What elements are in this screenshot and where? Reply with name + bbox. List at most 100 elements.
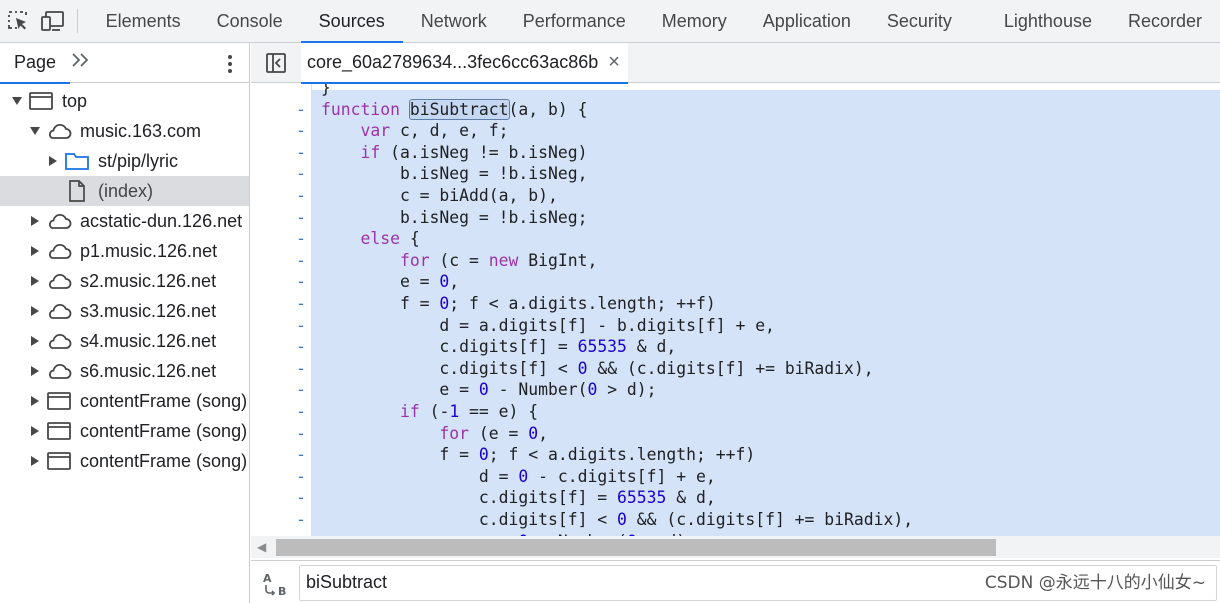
- tab-recorder[interactable]: Recorder: [1110, 0, 1220, 42]
- tree-item[interactable]: contentFrame (song): [0, 446, 249, 476]
- tab-network[interactable]: Network: [403, 0, 505, 42]
- tree-item-label: s3.music.126.net: [80, 300, 217, 321]
- tree-item-label: contentFrame (song): [80, 420, 248, 441]
- watermark: CSDN @永远十八的小仙女~: [984, 573, 1206, 593]
- collapsed-triangle-icon[interactable]: [28, 214, 42, 228]
- tree-item[interactable]: acstatic-dun.126.net: [0, 206, 249, 236]
- tree-item-label: music.163.com: [80, 120, 202, 141]
- diff-marker: -: [296, 423, 306, 443]
- more-tabs-icon[interactable]: [70, 51, 92, 75]
- editor-file-tab[interactable]: core_60a2789634...3fec6cc63ac86b ×: [301, 42, 628, 84]
- diff-marker: -: [296, 99, 306, 119]
- tree-item-label: top: [62, 90, 88, 111]
- code-editor[interactable]: } - function biSubtract(a, b) {- var c, d,…: [251, 84, 1220, 536]
- code-text: c.digits[f] < 0 && (c.digits[f] += biRad…: [321, 358, 874, 378]
- diff-marker: -: [296, 510, 306, 529]
- tree-item[interactable]: st/pip/lyric: [0, 146, 249, 176]
- tree-item[interactable]: top: [0, 86, 249, 116]
- cloud-icon: [46, 240, 72, 262]
- tree-item[interactable]: s6.music.126.net: [0, 356, 249, 386]
- collapsed-triangle-icon[interactable]: [28, 304, 42, 318]
- diff-marker: -: [296, 466, 306, 486]
- expanded-triangle-icon[interactable]: [10, 94, 24, 108]
- code-text: if (a.isNeg != b.isNeg): [360, 142, 588, 162]
- inspect-element-icon[interactable]: [0, 0, 35, 42]
- diff-marker: -: [296, 272, 306, 292]
- tree-item-label: st/pip/lyric: [98, 150, 179, 171]
- tab-security[interactable]: Security: [869, 0, 970, 42]
- tab-elements[interactable]: Elements: [88, 0, 199, 42]
- code-text: b.isNeg = !b.isNeg,: [321, 164, 588, 184]
- tree-item-label: s2.music.126.net: [80, 270, 217, 291]
- horizontal-scrollbar[interactable]: ◀: [251, 536, 1220, 558]
- code-text: d = 0 - c.digits[f] + e,: [321, 466, 716, 486]
- tree-item[interactable]: music.163.com: [0, 116, 249, 146]
- code-text: c = biAdd(a, b),: [321, 186, 558, 205]
- diff-marker: -: [296, 402, 306, 421]
- diff-marker: -: [296, 142, 306, 162]
- diff-marker: -: [296, 164, 306, 184]
- expanded-triangle-icon[interactable]: [28, 124, 42, 138]
- code-text: for (c = new BigInt,: [399, 250, 598, 270]
- svg-text:A: A: [263, 572, 272, 585]
- tab-sources[interactable]: Sources: [300, 0, 403, 43]
- code-text: f = 0; f < a.digits.length; ++f): [321, 445, 756, 465]
- code-text: e = 0,: [321, 272, 460, 292]
- tab-page[interactable]: Page: [0, 43, 71, 84]
- collapsed-triangle-icon[interactable]: [28, 394, 42, 408]
- tree-item-label: contentFrame (song): [80, 390, 248, 411]
- code-text: e = 0 - Number(0 > d);: [321, 380, 657, 400]
- device-toggle-icon[interactable]: [35, 0, 70, 42]
- navigator-header: Page: [0, 43, 249, 84]
- collapsed-triangle-icon[interactable]: [46, 154, 60, 168]
- diff-marker: -: [296, 250, 306, 270]
- tab-performance[interactable]: Performance: [505, 0, 644, 42]
- collapsed-triangle-icon[interactable]: [28, 334, 42, 348]
- tab-console[interactable]: Console: [199, 0, 301, 42]
- more-options-icon[interactable]: [227, 54, 233, 79]
- tree-item[interactable]: p1.music.126.net: [0, 236, 249, 266]
- tab-application[interactable]: Application: [745, 0, 869, 42]
- file-tab-label: core_60a2789634...3fec6cc63ac86b: [307, 52, 599, 72]
- tree-item[interactable]: contentFrame (song): [0, 416, 249, 446]
- tree-item[interactable]: s2.music.126.net: [0, 266, 249, 296]
- diff-marker: -: [296, 358, 306, 378]
- collapsed-triangle-icon[interactable]: [28, 364, 42, 378]
- scroll-left-icon[interactable]: ◀: [257, 540, 266, 554]
- tree-item-label: p1.music.126.net: [80, 240, 218, 261]
- tab-memory[interactable]: Memory: [644, 0, 745, 42]
- code-text: function biSubtract(a, b) {: [321, 98, 588, 120]
- diff-marker: -: [296, 337, 306, 357]
- collapsed-triangle-icon[interactable]: [28, 454, 42, 468]
- diff-marker: -: [296, 445, 306, 465]
- code-text: for (e = 0,: [439, 423, 548, 443]
- devtools-toolbar: Elements Console Sources Network Perform…: [0, 0, 1220, 43]
- tree-item[interactable]: contentFrame (song): [0, 386, 249, 416]
- diff-marker: -: [296, 186, 306, 205]
- frame-icon: [46, 420, 72, 442]
- cloud-icon: [46, 300, 72, 322]
- collapsed-triangle-icon[interactable]: [28, 244, 42, 258]
- tree-item[interactable]: s3.music.126.net: [0, 296, 249, 326]
- tree-item[interactable]: s4.music.126.net: [0, 326, 249, 356]
- tree-item[interactable]: (index): [0, 176, 249, 206]
- code-text: f = 0; f < a.digits.length; ++f): [321, 294, 716, 313]
- toggle-navigator-icon[interactable]: [251, 43, 301, 83]
- tab-lighthouse[interactable]: Lighthouse: [970, 0, 1110, 42]
- tree-item-label: acstatic-dun.126.net: [80, 210, 243, 231]
- close-tab-icon[interactable]: ×: [608, 51, 620, 74]
- svg-text:B: B: [278, 585, 286, 597]
- match-case-icon[interactable]: A B: [261, 571, 291, 598]
- frame-icon: [28, 90, 54, 112]
- diff-marker: -: [296, 121, 306, 141]
- code-text: b.isNeg = !b.isNeg;: [321, 207, 588, 227]
- collapsed-triangle-icon[interactable]: [28, 274, 42, 288]
- scrollbar-thumb[interactable]: [276, 539, 996, 556]
- folder-icon: [64, 150, 90, 172]
- diff-marker: -: [296, 315, 306, 335]
- file-navigator: Page top music.163.com st/pip/lyric (index)…: [0, 43, 250, 603]
- code-text: if (-1 == e) {: [399, 402, 539, 421]
- file-icon: [64, 180, 90, 202]
- collapsed-triangle-icon[interactable]: [28, 424, 42, 438]
